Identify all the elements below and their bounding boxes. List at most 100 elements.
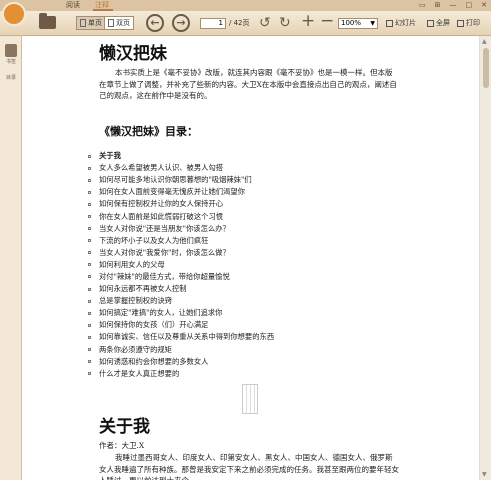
rotate-right-icon[interactable]: ↻ bbox=[279, 15, 291, 31]
slideshow-label: 幻灯片 bbox=[395, 19, 416, 27]
toc-item[interactable]: 当女人对你说"还是当朋友"你该怎么办？ bbox=[88, 223, 274, 235]
app-logo bbox=[2, 2, 26, 26]
toc-list: 关于我女人多么希望被男人认识、被男人勾搭 如何尽可能多地认识你朝思暮想的"吸烟辣妹… bbox=[88, 150, 274, 380]
minimize-icon[interactable]: — bbox=[450, 0, 457, 11]
toc-item[interactable]: 两条你必须遵守的规矩 bbox=[88, 344, 274, 356]
bullet-icon bbox=[88, 202, 91, 206]
print-button[interactable]: 打印 bbox=[457, 18, 480, 29]
toc-item[interactable]: 关于我 bbox=[88, 150, 274, 162]
toc-item-label: 如何搞定"难搞"的女人，让她们追求你 bbox=[99, 308, 223, 318]
print-label: 打印 bbox=[466, 19, 480, 27]
tab-read[interactable]: 阅读 bbox=[66, 1, 80, 10]
toc-item[interactable]: 如何搞定"难搞"的女人，让她们追求你 bbox=[88, 307, 274, 319]
next-page-icon[interactable]: → bbox=[172, 14, 190, 32]
slideshow-button[interactable]: 幻灯片 bbox=[386, 18, 416, 29]
toc-item[interactable]: 什么才是女人真正想要的 bbox=[88, 368, 274, 380]
toc-item[interactable]: 如何利用女人的父母 bbox=[88, 259, 274, 271]
print-icon bbox=[457, 20, 464, 27]
double-page-button[interactable]: 双页 bbox=[104, 16, 134, 30]
document-view[interactable]: 懒汉把妹 本书实质上是《毫不妥协》改版，就连其内容跟《毫不妥协》也是一模一样。但… bbox=[22, 36, 479, 480]
single-page-icon bbox=[80, 19, 86, 27]
sidebar: 书签 目录 bbox=[0, 36, 81, 480]
section-title: 关于我 bbox=[99, 417, 150, 437]
toc-item[interactable]: 女人多么希望被男人认识、被男人勾搭 bbox=[88, 162, 274, 174]
toc-item-label: 如何利用女人的父母 bbox=[99, 259, 165, 269]
zoom-value: 100% bbox=[341, 19, 362, 27]
page-number-input[interactable]: 1 bbox=[200, 18, 226, 29]
bullet-icon bbox=[88, 178, 91, 182]
bullet-icon bbox=[88, 154, 91, 158]
scrollbar[interactable]: ▲ ▼ bbox=[479, 36, 491, 480]
bullet-icon bbox=[88, 299, 91, 303]
scroll-up-icon[interactable]: ▲ bbox=[482, 38, 487, 45]
toc-item-label: 女人多么希望被男人认识、被男人勾搭 bbox=[99, 163, 224, 173]
author-line: 作者：大卫.X bbox=[99, 441, 145, 450]
toc-item-label: 如何在女人面前变得毫无愧疚并让她们渴望你 bbox=[99, 187, 245, 197]
bullet-icon bbox=[88, 348, 91, 352]
scrollbar-thumb[interactable] bbox=[483, 48, 489, 88]
toc-item[interactable]: 如何保有控制权并让你的女人保持开心 bbox=[88, 198, 274, 210]
fullscreen-button[interactable]: 全屏 bbox=[427, 18, 450, 29]
bullet-icon bbox=[88, 275, 91, 279]
fullscreen-icon bbox=[427, 20, 434, 27]
toc-item[interactable]: 如何永远都不再被女人控制 bbox=[88, 283, 274, 295]
toc-item-label: 什么才是女人真正想要的 bbox=[99, 368, 180, 378]
toc-item-label: 如何保持你的女孩（们）开心满足 bbox=[99, 320, 209, 330]
bullet-icon bbox=[88, 227, 91, 231]
bullet-icon bbox=[88, 215, 91, 219]
toolbar: 单页 双页 ← → 1 / 42页 ↺ ↻ + − 100% ▼ 幻灯片 全屏 … bbox=[0, 2, 491, 36]
page-total: / 42页 bbox=[229, 19, 250, 27]
toc-item[interactable]: 如何保持你的女孩（们）开心满足 bbox=[88, 319, 274, 331]
bullet-icon bbox=[88, 360, 91, 364]
bullet-icon bbox=[88, 335, 91, 339]
maximize-icon[interactable]: □ bbox=[466, 0, 473, 11]
toc-item[interactable]: 如何诱惑和约会你想要的多数女人 bbox=[88, 356, 274, 368]
sidebar-item-toc[interactable]: 目录 bbox=[3, 74, 81, 201]
single-page-label: 单页 bbox=[88, 19, 102, 27]
fullscreen-label: 全屏 bbox=[436, 19, 450, 27]
toc-item-label: 当女人对你说"我爱你"时，你该怎么做？ bbox=[99, 247, 230, 257]
toc-item-label: 你在女人面前是如此慌弱打破这个习惯 bbox=[99, 211, 224, 221]
single-page-button[interactable]: 单页 bbox=[76, 16, 106, 30]
zoom-out-icon[interactable]: − bbox=[320, 13, 334, 30]
zoom-select[interactable]: 100% ▼ bbox=[338, 18, 378, 29]
toc-item[interactable]: 如何尽可能多地认识你朝思暮想的"吸烟辣妹"们 bbox=[88, 174, 274, 186]
book-icon bbox=[5, 44, 17, 57]
sidebar-item-label: 书签 bbox=[5, 59, 16, 65]
bullet-icon bbox=[88, 287, 91, 291]
bullet-icon bbox=[88, 166, 91, 170]
toc-item[interactable]: 如何在女人面前变得毫无愧疚并让她们渴望你 bbox=[88, 186, 274, 198]
bullet-icon bbox=[88, 311, 91, 315]
scroll-down-icon[interactable]: ▼ bbox=[482, 471, 487, 478]
sidebar-item-label: 目录 bbox=[5, 75, 16, 81]
toc-item-label: 关于我 bbox=[99, 151, 121, 161]
toc-heading: 《懒汉把妹》目录： bbox=[99, 125, 198, 138]
sidebar-item-bookmarks[interactable]: 书签 bbox=[3, 44, 19, 65]
toc-item[interactable]: 当女人对你说"我爱你"时，你该怎么做？ bbox=[88, 247, 274, 259]
page-break bbox=[242, 384, 258, 414]
bullet-icon bbox=[88, 372, 91, 376]
toc-item[interactable]: 总是掌握控制权的诀窍 bbox=[88, 295, 274, 307]
prev-page-icon[interactable]: ← bbox=[146, 14, 164, 32]
toc-item[interactable]: 对付"辣妹"的最佳方式，带给你超量愉悦 bbox=[88, 271, 274, 283]
toc-item[interactable]: 下流的坏小子以及女人为他们疯狂 bbox=[88, 235, 274, 247]
title-bar: 阅读 注释 ▭ ⊞ — □ ✕ bbox=[0, 0, 491, 11]
zoom-in-icon[interactable]: + bbox=[301, 13, 315, 30]
double-page-label: 双页 bbox=[116, 19, 130, 27]
skin-icon[interactable]: ▭ bbox=[419, 0, 426, 11]
toc-item-label: 下流的坏小子以及女人为他们疯狂 bbox=[99, 235, 209, 245]
menu-icon[interactable]: ⊞ bbox=[435, 0, 441, 11]
window-controls: ▭ ⊞ — □ ✕ bbox=[419, 0, 487, 11]
open-folder-icon[interactable] bbox=[39, 13, 56, 29]
double-page-icon bbox=[108, 19, 114, 27]
bullet-icon bbox=[88, 251, 91, 255]
bullet-icon bbox=[88, 190, 91, 194]
toc-item-label: 两条你必须遵守的规矩 bbox=[99, 344, 172, 354]
close-icon[interactable]: ✕ bbox=[481, 0, 487, 11]
slideshow-icon bbox=[386, 20, 393, 27]
toc-item[interactable]: 你在女人面前是如此慌弱打破这个习惯 bbox=[88, 210, 274, 222]
document-title: 懒汉把妹 bbox=[99, 44, 167, 64]
toc-item[interactable]: 如何靠诚实、信任以及尊重从关系中得到你想要的东西 bbox=[88, 331, 274, 343]
rotate-left-icon[interactable]: ↺ bbox=[259, 15, 271, 31]
body-paragraph: 我睡过墨西哥女人、印度女人、印第安女人、黑女人、中国女人、德国女人、俄罗斯女人我… bbox=[99, 453, 399, 480]
